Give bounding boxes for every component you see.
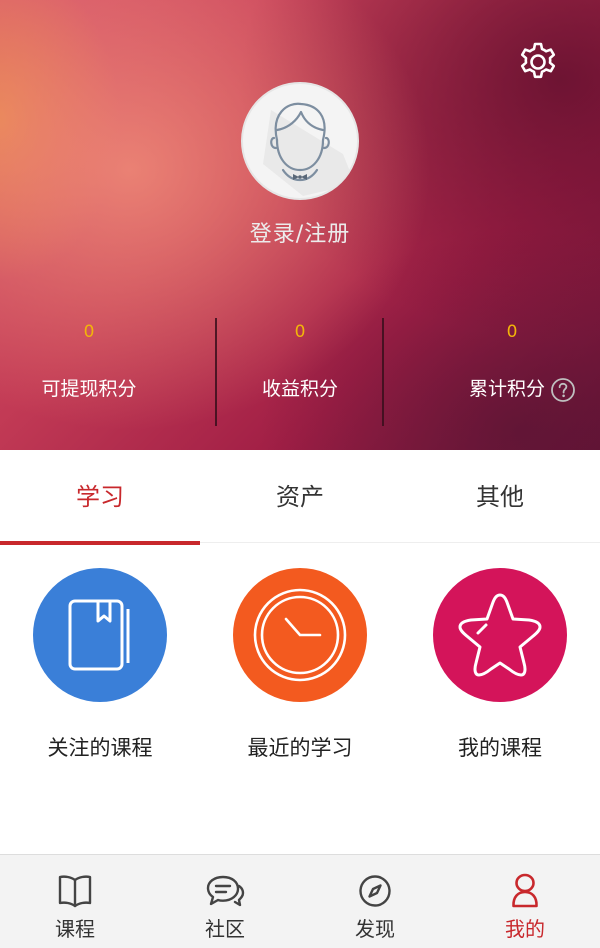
grid-label: 最近的学习 [247, 736, 353, 760]
user-avatar-placeholder-icon [263, 102, 355, 196]
clock-icon [253, 588, 347, 682]
gear-icon [520, 42, 556, 79]
grid-icon-circle [33, 568, 167, 702]
star-icon [458, 593, 542, 677]
grid-label: 我的课程 [458, 736, 542, 760]
grid-label: 关注的课程 [47, 736, 153, 760]
login-register-link[interactable]: 登录/注册 [200, 216, 400, 248]
nav-discover[interactable]: 发现 [300, 855, 450, 948]
stat-value: 0 [83, 322, 95, 342]
nav-community[interactable]: 社区 [150, 855, 300, 948]
tab-bar: 学习 资产 其他 [0, 450, 600, 543]
person-icon [512, 873, 538, 908]
settings-button[interactable] [514, 38, 562, 86]
stat-value: 0 [294, 322, 306, 342]
nav-courses[interactable]: 课程 [0, 855, 150, 948]
stat-total-points[interactable]: 0 累计积分 [412, 318, 600, 428]
stat-label: 收益积分 [261, 378, 338, 400]
stat-label: 可提现积分 [41, 378, 137, 400]
nav-label: 课程 [55, 917, 95, 941]
grid-icon-circle [433, 568, 567, 702]
bookmark-book-icon [68, 599, 130, 671]
tab-assets[interactable]: 资产 [200, 450, 400, 542]
tab-other[interactable]: 其他 [400, 450, 600, 542]
stat-value: 0 [506, 322, 518, 342]
grid-my-courses[interactable]: 我的课程 [400, 568, 600, 768]
chat-bubble-icon [206, 875, 245, 907]
stat-divider [382, 318, 384, 426]
nav-label: 发现 [355, 917, 395, 941]
nav-mine[interactable]: 我的 [450, 855, 600, 948]
compass-icon [359, 875, 391, 907]
grid-followed-courses[interactable]: 关注的课程 [0, 568, 200, 768]
bottom-nav: 课程 社区 发现 我的 [0, 854, 600, 948]
nav-label: 我的 [505, 917, 545, 941]
stat-withdrawable-points[interactable]: 0 可提现积分 [0, 318, 189, 428]
profile-page: 登录/注册 0 可提现积分 0 收益积分 0 累计积分 学习 资产 其他 关注的… [0, 0, 600, 948]
profile-header: 登录/注册 0 可提现积分 0 收益积分 0 累计积分 [0, 0, 600, 450]
stat-label: 累计积分 [468, 378, 545, 400]
grid-recent-study[interactable]: 最近的学习 [200, 568, 400, 768]
tab-study[interactable]: 学习 [0, 450, 200, 542]
nav-label: 社区 [205, 917, 245, 941]
open-book-icon [58, 875, 92, 908]
active-tab-indicator [0, 541, 200, 545]
stat-income-points[interactable]: 0 收益积分 [200, 318, 400, 428]
stat-label-row: 累计积分 [422, 374, 600, 402]
grid-icon-circle [233, 568, 367, 702]
avatar[interactable] [241, 82, 359, 200]
question-circle-icon[interactable] [551, 377, 575, 402]
